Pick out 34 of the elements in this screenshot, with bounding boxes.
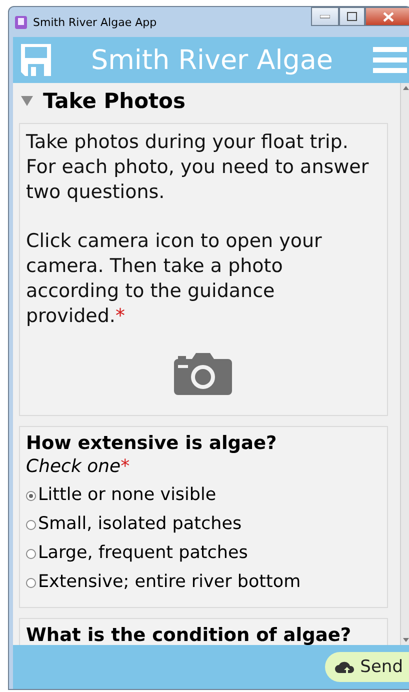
radio-option[interactable]: Small, isolated patches <box>26 510 379 539</box>
question-hint: Check one* <box>26 456 131 477</box>
option-label: Extensive; entire river bottom <box>38 571 301 594</box>
window-title: Smith River Algae App <box>33 16 157 28</box>
save-icon[interactable] <box>21 44 51 76</box>
app-icon <box>15 16 27 28</box>
instruction-text: Click camera icon to open your camera. Then take a photo according to the guidance provided.* <box>26 229 323 329</box>
minimize-icon <box>320 14 330 18</box>
radio-button[interactable] <box>26 578 36 588</box>
send-button[interactable]: Send <box>325 652 409 682</box>
maximize-button[interactable] <box>339 7 365 26</box>
cloud-upload-icon <box>335 660 356 674</box>
option-label: Small, isolated patches <box>38 513 242 536</box>
maximize-icon <box>347 12 357 21</box>
close-button[interactable] <box>365 7 409 26</box>
section-header[interactable]: Take Photos <box>19 83 388 119</box>
scrollbar[interactable] <box>400 83 409 645</box>
option-label: Little or none visible <box>38 484 216 507</box>
radio-option[interactable]: Extensive; entire river bottom <box>26 568 379 597</box>
radio-button[interactable] <box>26 490 36 500</box>
menu-icon[interactable] <box>373 47 407 73</box>
radio-button[interactable] <box>26 548 36 558</box>
question-title: What is the condition of algae? <box>26 625 352 645</box>
close-icon <box>382 12 394 22</box>
minimize-button[interactable] <box>311 7 339 26</box>
camera-icon[interactable] <box>174 353 232 395</box>
radio-option[interactable]: Large, frequent patches <box>26 539 379 568</box>
option-label: Large, frequent patches <box>38 542 248 565</box>
radio-option[interactable]: Little or none visible <box>26 481 379 510</box>
app-title: Smith River Algae <box>90 44 334 76</box>
radio-button[interactable] <box>26 520 36 530</box>
instruction-text: Take photos during your float trip. For each photo, you need to answer two questions. <box>26 130 370 205</box>
question-title: How extensive is algae? <box>26 433 278 454</box>
caret-icon <box>21 96 33 106</box>
